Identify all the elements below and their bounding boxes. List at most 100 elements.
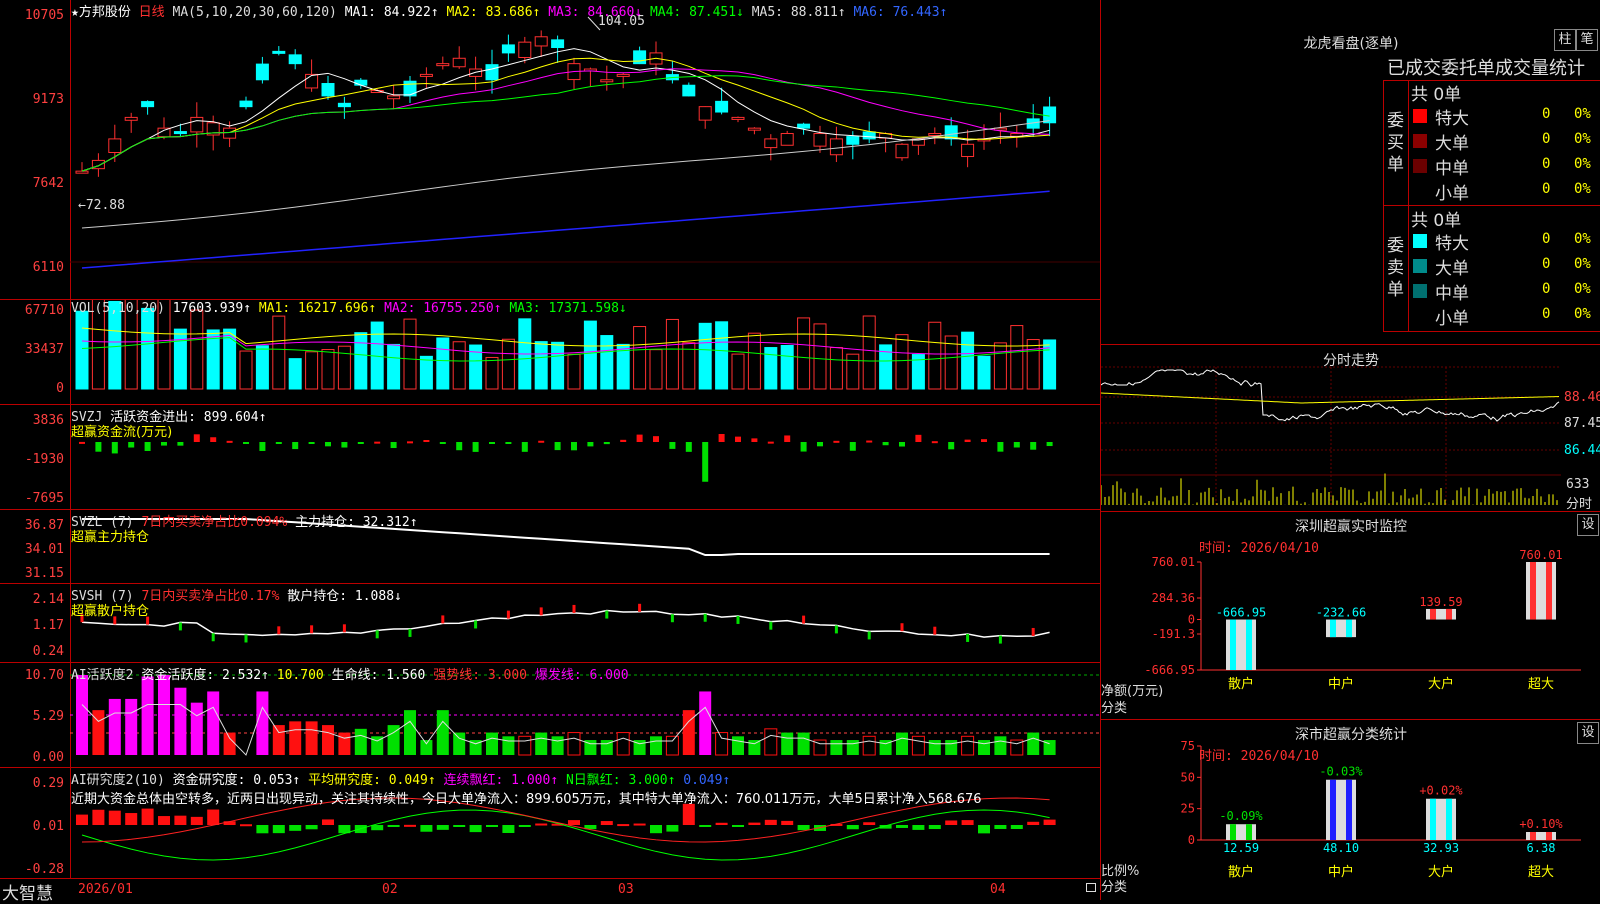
- research-up-bar: [633, 823, 646, 826]
- activity-bar: [830, 740, 843, 755]
- axis-tick-label: -191.3: [1152, 627, 1195, 641]
- sz-stats-chart: 75 50 25 0 散户 中户 大户 超大 -0.09% 12.59 -0.03% 48.10 +0.…: [1181, 739, 1581, 880]
- vol-ma1: MA1: 16217.696↑: [258, 301, 377, 316]
- research-up-bar: [404, 824, 416, 827]
- lock-icon[interactable]: [1086, 883, 1096, 892]
- sz-monitor-xlabel: 分类: [1101, 701, 1128, 716]
- research-down-bar: [1010, 825, 1023, 829]
- outflow-bar: [341, 442, 348, 448]
- date-label: 2026/01: [78, 882, 133, 897]
- volume-bar-down: [387, 343, 401, 390]
- activity-bar: [862, 735, 876, 756]
- inflow-bar: [620, 439, 627, 442]
- research-down-bar: [305, 825, 318, 830]
- category-label: 中户: [1328, 676, 1354, 692]
- candle-down: [141, 101, 155, 108]
- activity-bar: [207, 691, 220, 755]
- candle-down: [715, 100, 729, 113]
- dragon-subtitle: 已成交委托单成交量统计: [1387, 58, 1585, 79]
- inflow-bar: [751, 438, 758, 442]
- intraday-tick: 86.44: [1564, 443, 1600, 458]
- candlestick-chart[interactable]: [0, 0, 1100, 299]
- tick-mode-button[interactable]: 笔: [1576, 29, 1598, 51]
- svzl-hold: 主力持仓: 32.312↑: [295, 515, 418, 530]
- candle-up: [419, 73, 433, 77]
- intraday-avg-line: [1101, 392, 1560, 404]
- activity-bar: [797, 732, 810, 755]
- activity-bar: [174, 687, 187, 755]
- research-up-bar: [1043, 819, 1056, 825]
- bottom-date-bar: 大智慧 2026/01 02 03 04: [0, 878, 1100, 904]
- volume-bar-down: [1043, 339, 1057, 390]
- outflow-bar: [587, 442, 594, 447]
- activity-bar: [732, 736, 744, 755]
- ai1-v4: 强势线: 3.000: [433, 668, 527, 683]
- category-bar-accent: [1346, 619, 1352, 638]
- retail-down-tick: [375, 630, 379, 639]
- stock-name[interactable]: ★方邦股份: [71, 5, 131, 20]
- intraday-price-line: [1101, 369, 1560, 422]
- ai-research-panel[interactable]: 0.29 0.01 -0.28 AI研究度2(10) 资金研究度: 0.053↑…: [0, 768, 1100, 878]
- intraday-chart[interactable]: [1101, 345, 1600, 511]
- brand-logo[interactable]: 大智慧: [2, 879, 53, 904]
- date-label: 03: [618, 882, 634, 897]
- outflow-bar: [456, 442, 463, 451]
- dragon-title: 龙虎看盘(逐单): [1303, 36, 1399, 52]
- order-percent: 0%: [1574, 281, 1591, 297]
- svsh-line2: 超赢散户持仓: [71, 604, 150, 619]
- volume-bar-down: [551, 341, 565, 390]
- candlestick-panel[interactable]: 10705 9173 7642 6110 ★方邦股份 日线 MA(5,10,20…: [0, 0, 1100, 300]
- retail-up-tick: [342, 624, 346, 633]
- buy-total: 共 0单: [1411, 85, 1462, 105]
- order-size-label: 大单: [1435, 134, 1469, 154]
- activity-bar: [354, 728, 367, 755]
- outflow-bar: [997, 442, 1004, 452]
- outflow-bar: [243, 442, 249, 444]
- inflow-bar: [653, 436, 659, 442]
- order-percent: 0%: [1574, 156, 1591, 172]
- ai2-label: AI研究度2(10): [71, 773, 165, 788]
- category-bar-accent: [1446, 608, 1452, 620]
- axis-tick-label: 284.36: [1152, 591, 1195, 605]
- candle-down: [633, 50, 647, 65]
- inflow-bar: [767, 441, 774, 444]
- intraday-panel[interactable]: 分时走势 88.46 87.45 86.44 633 分时: [1101, 345, 1600, 512]
- volume-bar-up: [305, 351, 319, 390]
- volume-bar-up: [895, 334, 909, 390]
- svzl-panel[interactable]: 36.87 34.01 31.15 SVZL (7) 7日内买卖净占比0.094…: [0, 510, 1100, 584]
- research-up-bar: [322, 819, 334, 825]
- ai2-title: AI研究度2(10) 资金研究度: 0.053↑ 平均研究度: 0.049↑ 连…: [71, 769, 730, 788]
- retail-down-tick: [178, 622, 182, 631]
- retail-down-tick: [211, 633, 215, 642]
- research-up-bar: [961, 820, 974, 825]
- order-color-swatch: [1413, 234, 1427, 248]
- research-down-bar: [272, 825, 285, 834]
- ma5-value: MA5: 88.811↑: [751, 5, 846, 20]
- retail-up-tick: [1031, 627, 1035, 636]
- activity-bar: [518, 735, 532, 756]
- activity-bar: [551, 736, 564, 755]
- candle-up: [387, 95, 401, 100]
- category-bar-accent: [1246, 619, 1252, 670]
- ai1-label: AI活跃度2: [71, 668, 134, 683]
- activity-bar: [896, 732, 908, 755]
- svzj-panel[interactable]: 3836 -1930 -7695 SVZJ 活跃资金进出: 899.604↑ 超…: [0, 405, 1100, 510]
- intraday-tick: 87.45: [1564, 416, 1600, 431]
- volume-panel[interactable]: 67710 33437 0 VOL(5,10,20) 17603.939↑ MA…: [0, 300, 1100, 405]
- period-label[interactable]: 日线: [139, 5, 165, 20]
- ma1-value: MA1: 84.922↑: [344, 5, 439, 20]
- order-size-label: 小单: [1435, 184, 1469, 204]
- ai1-v3: 生命线: 1.560: [331, 668, 426, 683]
- volume-bar-up: [862, 315, 876, 390]
- category-bar-accent: [1230, 619, 1236, 670]
- retail-down-tick: [867, 631, 871, 640]
- bar-mode-button[interactable]: 柱: [1554, 29, 1576, 51]
- activity-bar: [436, 710, 449, 755]
- ai-activity-panel[interactable]: 10.70 5.29 0.00 AI活跃度2 资金活跃度: 2.532↑ 10.…: [0, 663, 1100, 768]
- retail-up-tick: [933, 626, 937, 635]
- research-down-bar: [699, 825, 712, 827]
- research-down-bar: [994, 825, 1007, 829]
- svsh-panel[interactable]: 2.14 1.17 0.24 SVSH (7) 7日内买卖净占比0.17% 散户…: [0, 584, 1100, 663]
- category-bar-accent: [1446, 798, 1452, 840]
- research-down-bar: [846, 825, 859, 830]
